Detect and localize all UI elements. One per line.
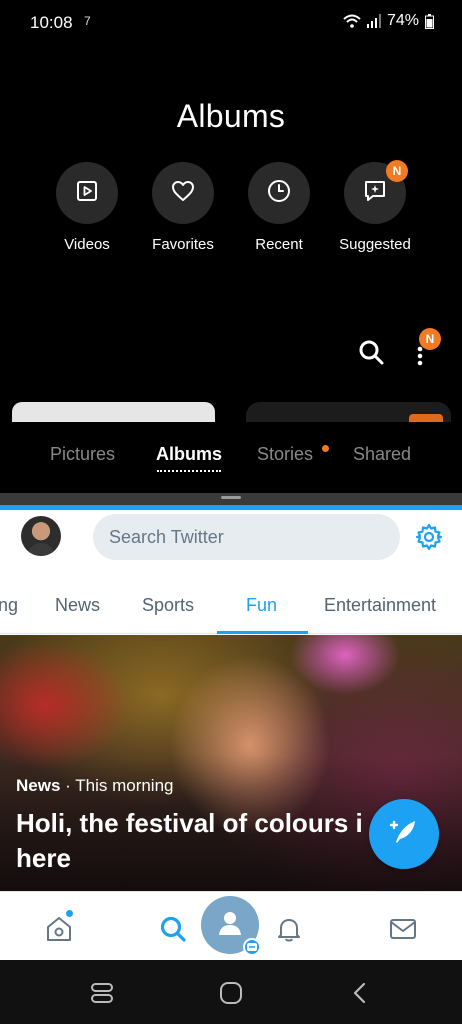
recent-apps-button[interactable] <box>89 980 115 1006</box>
tab-sports[interactable]: Sports <box>142 595 194 616</box>
account-avatar <box>201 896 261 956</box>
signal-icon <box>366 14 381 28</box>
home-icon <box>44 917 74 948</box>
search-icon <box>158 916 188 948</box>
shortcut-label: Recent <box>255 236 303 253</box>
home-unread-dot <box>66 910 73 917</box>
album-thumbnail-accent <box>409 414 443 422</box>
system-navigation-bar <box>0 960 462 1024</box>
nav-home[interactable] <box>44 914 74 944</box>
shortcut-videos-circle <box>56 162 118 224</box>
tab-fun[interactable]: Fun <box>246 595 277 616</box>
nav-messages[interactable] <box>388 914 418 944</box>
battery-icon <box>425 13 434 29</box>
hero-separator: · <box>60 776 76 795</box>
menu-badge: N <box>419 328 441 350</box>
clock-icon <box>267 179 291 208</box>
hero-source: News <box>16 776 61 795</box>
shortcut-favorites[interactable]: Favorites <box>133 162 233 253</box>
status-bar: 10:08 7 74% <box>0 0 462 44</box>
album-thumbnail[interactable] <box>12 402 215 422</box>
nav-search[interactable] <box>158 914 188 944</box>
shortcut-label: Suggested <box>339 236 411 253</box>
shortcut-videos[interactable]: Videos <box>37 162 137 253</box>
hero-time: This morning <box>75 776 174 795</box>
suggested-icon <box>363 179 387 208</box>
tab-stories[interactable]: Stories <box>257 444 313 465</box>
shortcut-favorites-circle <box>152 162 214 224</box>
video-icon <box>76 180 98 207</box>
tab-news[interactable]: News <box>55 595 100 616</box>
battery-percent: 74% <box>386 12 419 29</box>
tab-trending[interactable]: ng <box>0 595 18 616</box>
active-tab-indicator <box>217 631 308 634</box>
stories-new-dot <box>322 445 329 452</box>
search-icon <box>357 340 385 370</box>
gallery-search-button[interactable] <box>357 338 385 366</box>
hero-title: Holi, the festival of colours i <box>16 808 363 838</box>
gallery-app: 10:08 7 74% Albums Videos Favorites Rece… <box>0 0 462 493</box>
compose-tweet-button[interactable] <box>369 799 439 869</box>
shortcut-suggested-circle: N <box>344 160 408 224</box>
heart-icon <box>171 180 195 207</box>
gear-icon <box>414 523 444 556</box>
tab-pictures[interactable]: Pictures <box>50 444 115 465</box>
suggested-badge: N <box>386 160 408 182</box>
avatar[interactable] <box>21 516 61 556</box>
account-switcher-button[interactable] <box>198 893 262 957</box>
account-icon <box>215 908 245 943</box>
nav-notifications[interactable] <box>274 914 304 944</box>
shortcut-label: Favorites <box>152 236 214 253</box>
notification-count: 7 <box>84 14 91 28</box>
bell-icon <box>274 919 304 948</box>
page-title: Albums <box>176 98 286 134</box>
tab-albums[interactable]: Albums <box>156 444 222 465</box>
hero-title-continued: here <box>16 843 71 873</box>
explore-tab-bar: ng News Sports Fun Entertainment <box>0 586 462 634</box>
back-button[interactable] <box>347 980 373 1006</box>
active-tab-indicator <box>157 470 221 472</box>
account-badge <box>243 938 261 956</box>
shortcut-suggested[interactable]: N Suggested <box>325 160 425 253</box>
tab-entertainment[interactable]: Entertainment <box>324 595 436 616</box>
recent-apps-icon <box>89 983 115 1010</box>
twitter-app: ng News Sports Fun Entertainment News · … <box>0 510 462 960</box>
home-button[interactable] <box>218 980 244 1006</box>
home-circle-icon <box>218 982 244 1010</box>
wifi-icon <box>343 14 361 28</box>
gallery-tab-bar: Pictures Albums Stories Shared <box>0 444 462 480</box>
split-screen-divider[interactable] <box>0 493 462 505</box>
hero-meta: News · This morning <box>16 776 174 796</box>
status-time: 10:08 <box>30 13 73 32</box>
status-indicators: 74% <box>343 12 434 30</box>
tab-shared[interactable]: Shared <box>353 444 411 465</box>
settings-button[interactable] <box>414 522 444 552</box>
shortcut-recent-circle <box>248 162 310 224</box>
chevron-left-icon <box>347 982 373 1010</box>
split-screen-handle[interactable] <box>221 496 241 499</box>
compose-feather-icon <box>387 815 421 854</box>
mail-icon <box>388 919 418 948</box>
more-vertical-icon <box>412 346 428 371</box>
shortcut-recent[interactable]: Recent <box>229 162 329 253</box>
shortcut-label: Videos <box>64 236 110 253</box>
search-input[interactable] <box>93 514 400 560</box>
